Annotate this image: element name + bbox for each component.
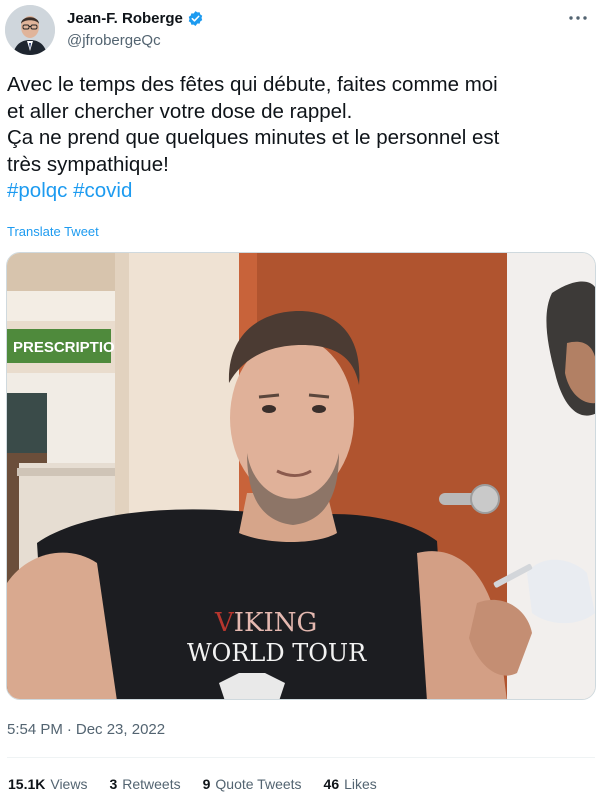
tweet-header: Jean-F. Roberge @jfrobergeQc <box>0 0 602 64</box>
stat-label: Views <box>50 776 88 792</box>
translate-tweet-link[interactable]: Translate Tweet <box>7 224 99 239</box>
engagement-stats: 15.1K Views 3 Retweets 9 Quote Tweets 46… <box>8 776 377 792</box>
stat-value: 15.1K <box>8 776 46 792</box>
author-handle[interactable]: @jfrobergeQc <box>67 32 204 49</box>
stat-likes[interactable]: 46 Likes <box>324 776 377 792</box>
author-display-name[interactable]: Jean-F. Roberge <box>67 10 183 27</box>
author-block: Jean-F. Roberge @jfrobergeQc <box>67 10 204 49</box>
stat-views[interactable]: 15.1K Views <box>8 776 87 792</box>
stat-value: 46 <box>323 776 340 792</box>
shirt-print-line2: WORLD TOUR <box>187 639 367 667</box>
tweet-photo[interactable]: PRESCRIPTIONS VIKING WORLD TOUR <box>6 252 596 700</box>
avatar[interactable] <box>5 5 55 55</box>
divider <box>7 757 595 758</box>
tweet-text: Avec le temps des fêtes qui débute, fait… <box>7 72 597 205</box>
tweet-time: 5:54 PM <box>7 721 63 738</box>
tweet-date: Dec 23, 2022 <box>75 721 166 738</box>
stat-label: Retweets <box>122 776 181 792</box>
verified-badge-icon <box>187 10 204 27</box>
stat-value: 9 <box>202 776 211 792</box>
hashtag-row: #polqc #covid <box>7 178 597 205</box>
tweet-text-line: et aller chercher votre dose de rappel. <box>7 99 353 123</box>
stat-label: Likes <box>344 776 377 792</box>
more-options-icon[interactable] <box>566 6 590 30</box>
tweet-text-line: Avec le temps des fêtes qui débute, fait… <box>7 73 498 96</box>
stat-label: Quote Tweets <box>215 776 302 792</box>
stat-quote-tweets[interactable]: 9 Quote Tweets <box>203 776 302 792</box>
tweet-text-line: très sympathique! <box>7 152 169 176</box>
timestamp-separator: · <box>66 721 72 738</box>
stat-retweets[interactable]: 3 Retweets <box>109 776 180 792</box>
hashtag-link[interactable]: #covid <box>73 179 132 202</box>
hashtag-link[interactable]: #polqc <box>7 179 67 202</box>
tweet-timestamp[interactable]: 5:54 PM · Dec 23, 2022 <box>7 721 165 738</box>
tweet-text-line: Ça ne prend que quelques minutes et le p… <box>7 126 500 149</box>
shirt-print-line1: VIKING <box>214 608 317 638</box>
stat-value: 3 <box>109 776 118 792</box>
